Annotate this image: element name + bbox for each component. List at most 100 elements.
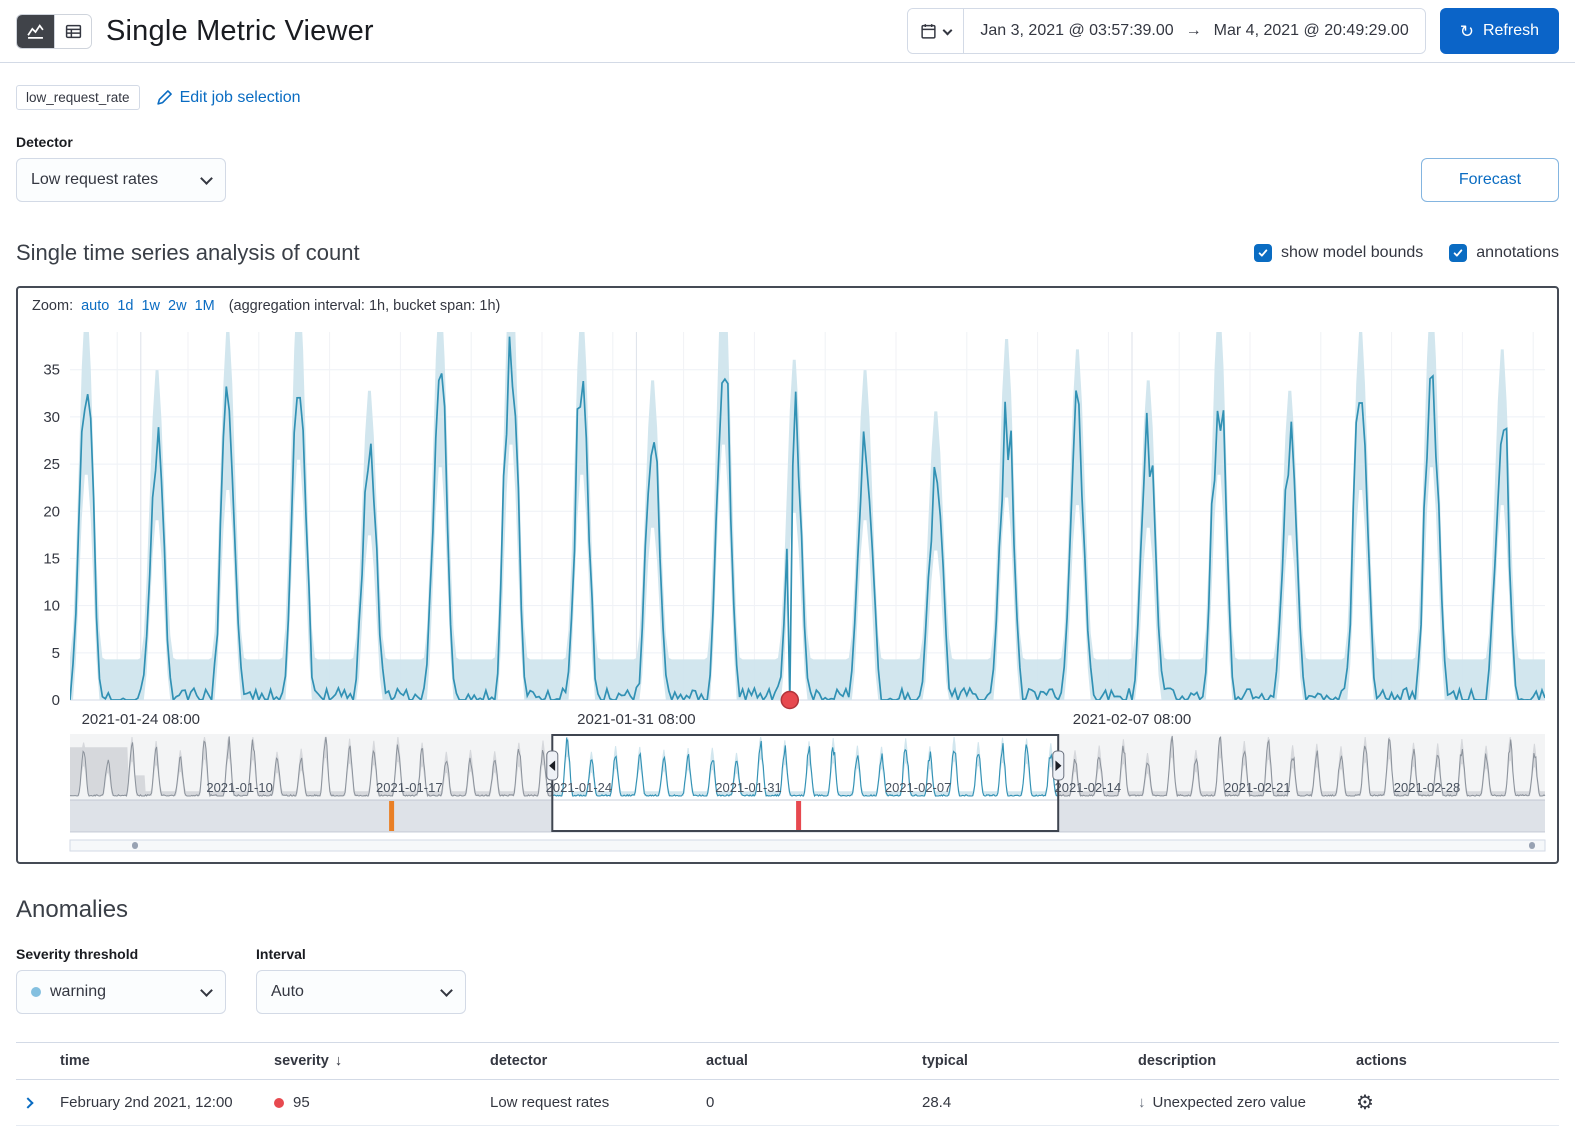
detector-label: Detector (16, 134, 226, 150)
zoom-1d-link[interactable]: 1d (117, 298, 133, 314)
severity-threshold-field: Severity threshold warning (16, 946, 226, 1014)
job-badge: low_request_rate (16, 85, 140, 110)
anomaly-time: February 2nd 2021, 12:00 (60, 1094, 274, 1111)
show-model-bounds-label: show model bounds (1281, 244, 1423, 262)
time-series-chart-panel: Zoom: auto 1d 1w 2w 1M (aggregation inte… (16, 286, 1559, 864)
svg-text:5: 5 (52, 645, 60, 662)
severity-threshold-value: warning (50, 983, 106, 1001)
date-range-button[interactable]: Jan 3, 2021 @ 03:57:39.00 → Mar 4, 2021 … (964, 9, 1424, 53)
series-section-title: Single time series analysis of count (16, 240, 360, 266)
anomaly-table-row: February 2nd 2021, 12:00 95 Low request … (16, 1080, 1559, 1126)
svg-text:2021-02-07 08:00: 2021-02-07 08:00 (1073, 711, 1191, 728)
svg-text:0: 0 (52, 692, 60, 709)
annotations-label: annotations (1476, 244, 1559, 262)
interval-value: Auto (271, 983, 304, 1001)
table-view-button[interactable] (54, 15, 91, 48)
pencil-icon (156, 89, 173, 106)
anomaly-severity-score: 95 (293, 1094, 310, 1111)
chart-options: show model bounds annotations (1254, 244, 1559, 262)
column-header-typical: typical (922, 1053, 1138, 1069)
checkbox-checked-icon (1254, 244, 1272, 262)
svg-text:2021-02-21: 2021-02-21 (1224, 780, 1291, 795)
anomaly-description-text: Unexpected zero value (1153, 1094, 1306, 1111)
svg-text:15: 15 (43, 550, 60, 567)
detector-row: Detector Low request rates Forecast (16, 134, 1559, 202)
zoom-label: Zoom: (32, 298, 73, 314)
column-header-severity[interactable]: severity↓ (274, 1053, 490, 1069)
anomalies-table-header: time severity↓ detector actual typical d… (16, 1042, 1559, 1080)
anomaly-severity: 95 (274, 1094, 490, 1111)
anomalies-table: time severity↓ detector actual typical d… (16, 1042, 1559, 1126)
date-end-text: Mar 4, 2021 @ 20:49:29.00 (1214, 22, 1409, 40)
date-quick-select-button[interactable] (908, 9, 964, 53)
severity-threshold-select[interactable]: warning (16, 970, 226, 1014)
chevron-down-icon (943, 25, 953, 35)
interval-select[interactable]: Auto (256, 970, 466, 1014)
arrow-down-icon: ↓ (1138, 1094, 1146, 1111)
expand-row-button[interactable] (16, 1093, 40, 1113)
chevron-right-icon (22, 1097, 33, 1108)
refresh-label: Refresh (1483, 22, 1539, 40)
chevron-down-icon (200, 984, 213, 997)
zoom-1M-link[interactable]: 1M (195, 298, 215, 314)
svg-text:2021-01-24 08:00: 2021-01-24 08:00 (82, 711, 200, 728)
date-picker: Jan 3, 2021 @ 03:57:39.00 → Mar 4, 2021 … (907, 8, 1425, 54)
anomaly-actual: 0 (706, 1094, 922, 1111)
anomalies-controls: Severity threshold warning Interval Auto (16, 946, 1559, 1014)
edit-job-selection-link[interactable]: Edit job selection (156, 89, 301, 107)
refresh-icon: ↻ (1460, 23, 1474, 40)
date-start-text: Jan 3, 2021 @ 03:57:39.00 (980, 22, 1173, 40)
main-time-series-chart[interactable]: 051015202530352021-01-24 08:002021-01-31… (18, 322, 1553, 734)
zoom-1w-link[interactable]: 1w (141, 298, 160, 314)
column-header-actual: actual (706, 1053, 922, 1069)
anomaly-typical: 28.4 (922, 1094, 1138, 1111)
calendar-icon (920, 23, 937, 40)
svg-text:35: 35 (43, 362, 60, 379)
anomalies-title: Anomalies (16, 896, 1559, 924)
zoom-auto-link[interactable]: auto (81, 298, 109, 314)
svg-text:2021-02-14: 2021-02-14 (1055, 780, 1122, 795)
aggregation-note: (aggregation interval: 1h, bucket span: … (229, 298, 501, 314)
checkbox-checked-icon (1449, 244, 1467, 262)
interval-label: Interval (256, 946, 466, 962)
edit-job-selection-label: Edit job selection (180, 89, 301, 107)
sort-descending-icon: ↓ (335, 1053, 342, 1069)
column-header-description: description (1138, 1053, 1356, 1069)
svg-text:25: 25 (43, 456, 60, 473)
chart-view-button[interactable] (17, 15, 54, 48)
svg-text:30: 30 (43, 409, 60, 426)
svg-text:2021-01-17: 2021-01-17 (376, 780, 443, 795)
chevron-down-icon (200, 172, 213, 185)
detector-select[interactable]: Low request rates (16, 158, 226, 202)
warning-severity-dot-icon (31, 987, 41, 997)
svg-text:2021-01-10: 2021-01-10 (206, 780, 273, 795)
svg-text:2021-02-07: 2021-02-07 (885, 780, 952, 795)
refresh-button[interactable]: ↻ Refresh (1440, 8, 1559, 54)
svg-text:2021-02-28: 2021-02-28 (1394, 780, 1461, 795)
forecast-button[interactable]: Forecast (1421, 158, 1559, 202)
critical-severity-dot-icon (274, 1098, 284, 1108)
arrow-right-icon: → (1186, 22, 1202, 40)
row-actions-gear-button[interactable]: ⚙ (1356, 1093, 1374, 1113)
svg-text:2021-01-31 08:00: 2021-01-31 08:00 (577, 711, 695, 728)
svg-text:2021-01-31: 2021-01-31 (715, 780, 782, 795)
anomaly-description: ↓ Unexpected zero value (1138, 1094, 1356, 1111)
zoom-2w-link[interactable]: 2w (168, 298, 187, 314)
show-model-bounds-checkbox[interactable]: show model bounds (1254, 244, 1423, 262)
interval-field: Interval Auto (256, 946, 466, 1014)
page-title: Single Metric Viewer (106, 15, 374, 48)
column-header-detector: detector (490, 1053, 706, 1069)
header-divider (0, 62, 1575, 63)
context-overview-chart[interactable]: 2021-01-102021-01-172021-01-242021-01-31… (18, 734, 1553, 856)
view-toggle-group (16, 14, 92, 49)
series-section-header: Single time series analysis of count sho… (16, 240, 1559, 266)
page-header: Single Metric Viewer Jan 3, 2021 @ 03:57… (0, 0, 1575, 62)
annotations-checkbox[interactable]: annotations (1449, 244, 1559, 262)
column-header-actions: actions (1356, 1053, 1559, 1069)
svg-text:10: 10 (43, 598, 60, 615)
line-chart-icon (27, 23, 44, 40)
anomaly-detector: Low request rates (490, 1094, 706, 1111)
severity-threshold-label: Severity threshold (16, 946, 226, 962)
detector-field: Detector Low request rates (16, 134, 226, 202)
data-table-icon (65, 23, 82, 40)
